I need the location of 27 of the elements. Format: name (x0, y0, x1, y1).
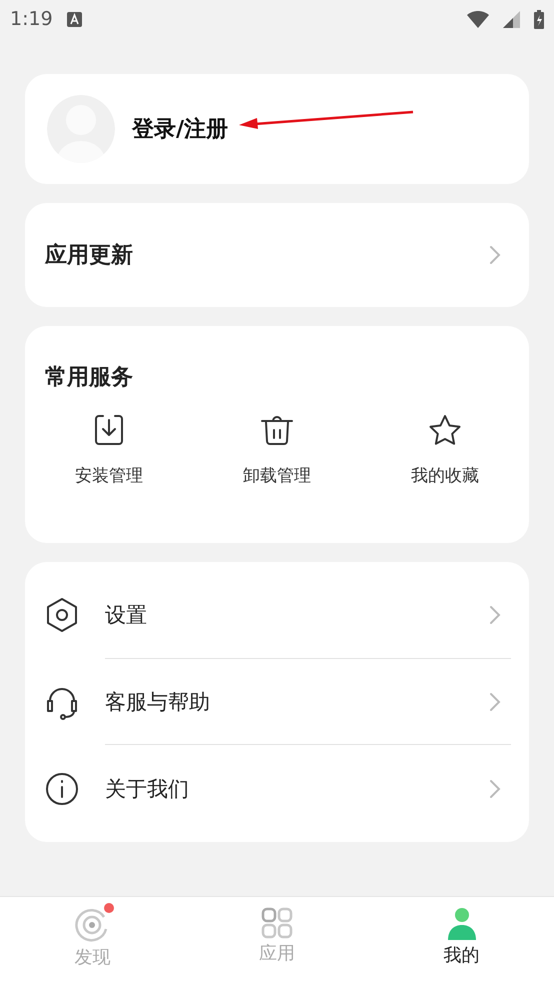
chevron-icon (489, 245, 501, 265)
menu-item[interactable]: 客服与帮助 (25, 658, 529, 746)
service-button[interactable]: 我的收藏 (361, 414, 529, 487)
service-button[interactable]: 卸载管理 (193, 414, 361, 487)
chevron-icon (489, 778, 501, 799)
star-icon (428, 414, 462, 446)
trash-icon (260, 414, 294, 446)
app-update-label: 应用更新 (45, 242, 133, 270)
menu-item[interactable]: 关于我们 (25, 745, 529, 832)
chevron-icon (489, 605, 501, 626)
notification-icon (66, 12, 82, 26)
settings-icon (45, 597, 79, 634)
download-icon (94, 414, 124, 446)
wifi-icon (467, 10, 489, 28)
status-time: 1:19 (10, 8, 53, 30)
info-icon (45, 772, 79, 806)
chevron-icon (489, 692, 501, 712)
menu-item[interactable]: 设置 (25, 572, 529, 659)
signal-icon (503, 10, 520, 28)
login-link[interactable]: 登录/注册 (132, 114, 228, 144)
services-title: 常用服务 (45, 365, 133, 390)
grid-icon (261, 907, 293, 939)
user-icon (446, 907, 478, 941)
nav-tab[interactable]: 我的 (369, 897, 554, 984)
service-button[interactable]: 安装管理 (25, 414, 193, 487)
battery-icon (534, 10, 544, 28)
app-update-row[interactable]: 应用更新 (25, 203, 529, 307)
